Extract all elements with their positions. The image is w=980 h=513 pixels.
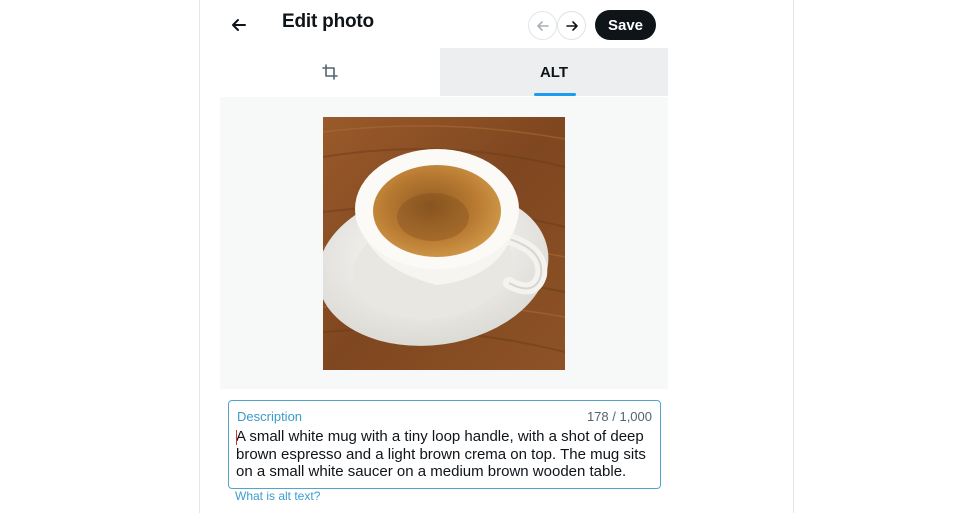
tab-alt-label: ALT [539,63,569,81]
arrow-right-icon [565,20,578,31]
photo-preview [323,117,565,370]
previous-photo-button[interactable] [528,11,557,40]
alt-text-value[interactable]: A small white mug with a tiny loop handl… [236,428,654,481]
field-label: Description [237,409,303,424]
alt-text-field[interactable]: Description 178 / 1,000 A small white mu… [228,400,661,489]
arrow-left-icon [536,20,549,31]
tab-crop[interactable] [220,48,440,96]
back-button[interactable] [221,9,257,41]
edit-photo-dialog: Edit photo Save ALT Description 178 / 1,… [199,0,794,513]
selected-tab-indicator [534,93,576,96]
dialog-title: Edit photo [282,11,374,32]
text-caret [236,430,237,445]
save-button[interactable]: Save [595,10,656,40]
arrow-left-icon [232,19,246,31]
what-is-alt-text-link[interactable]: What is alt text? [235,489,320,503]
tab-alt[interactable]: ALT [440,48,668,96]
crop-icon [322,64,338,80]
character-count: 178 / 1,000 [586,409,652,424]
next-photo-button[interactable] [557,11,586,40]
